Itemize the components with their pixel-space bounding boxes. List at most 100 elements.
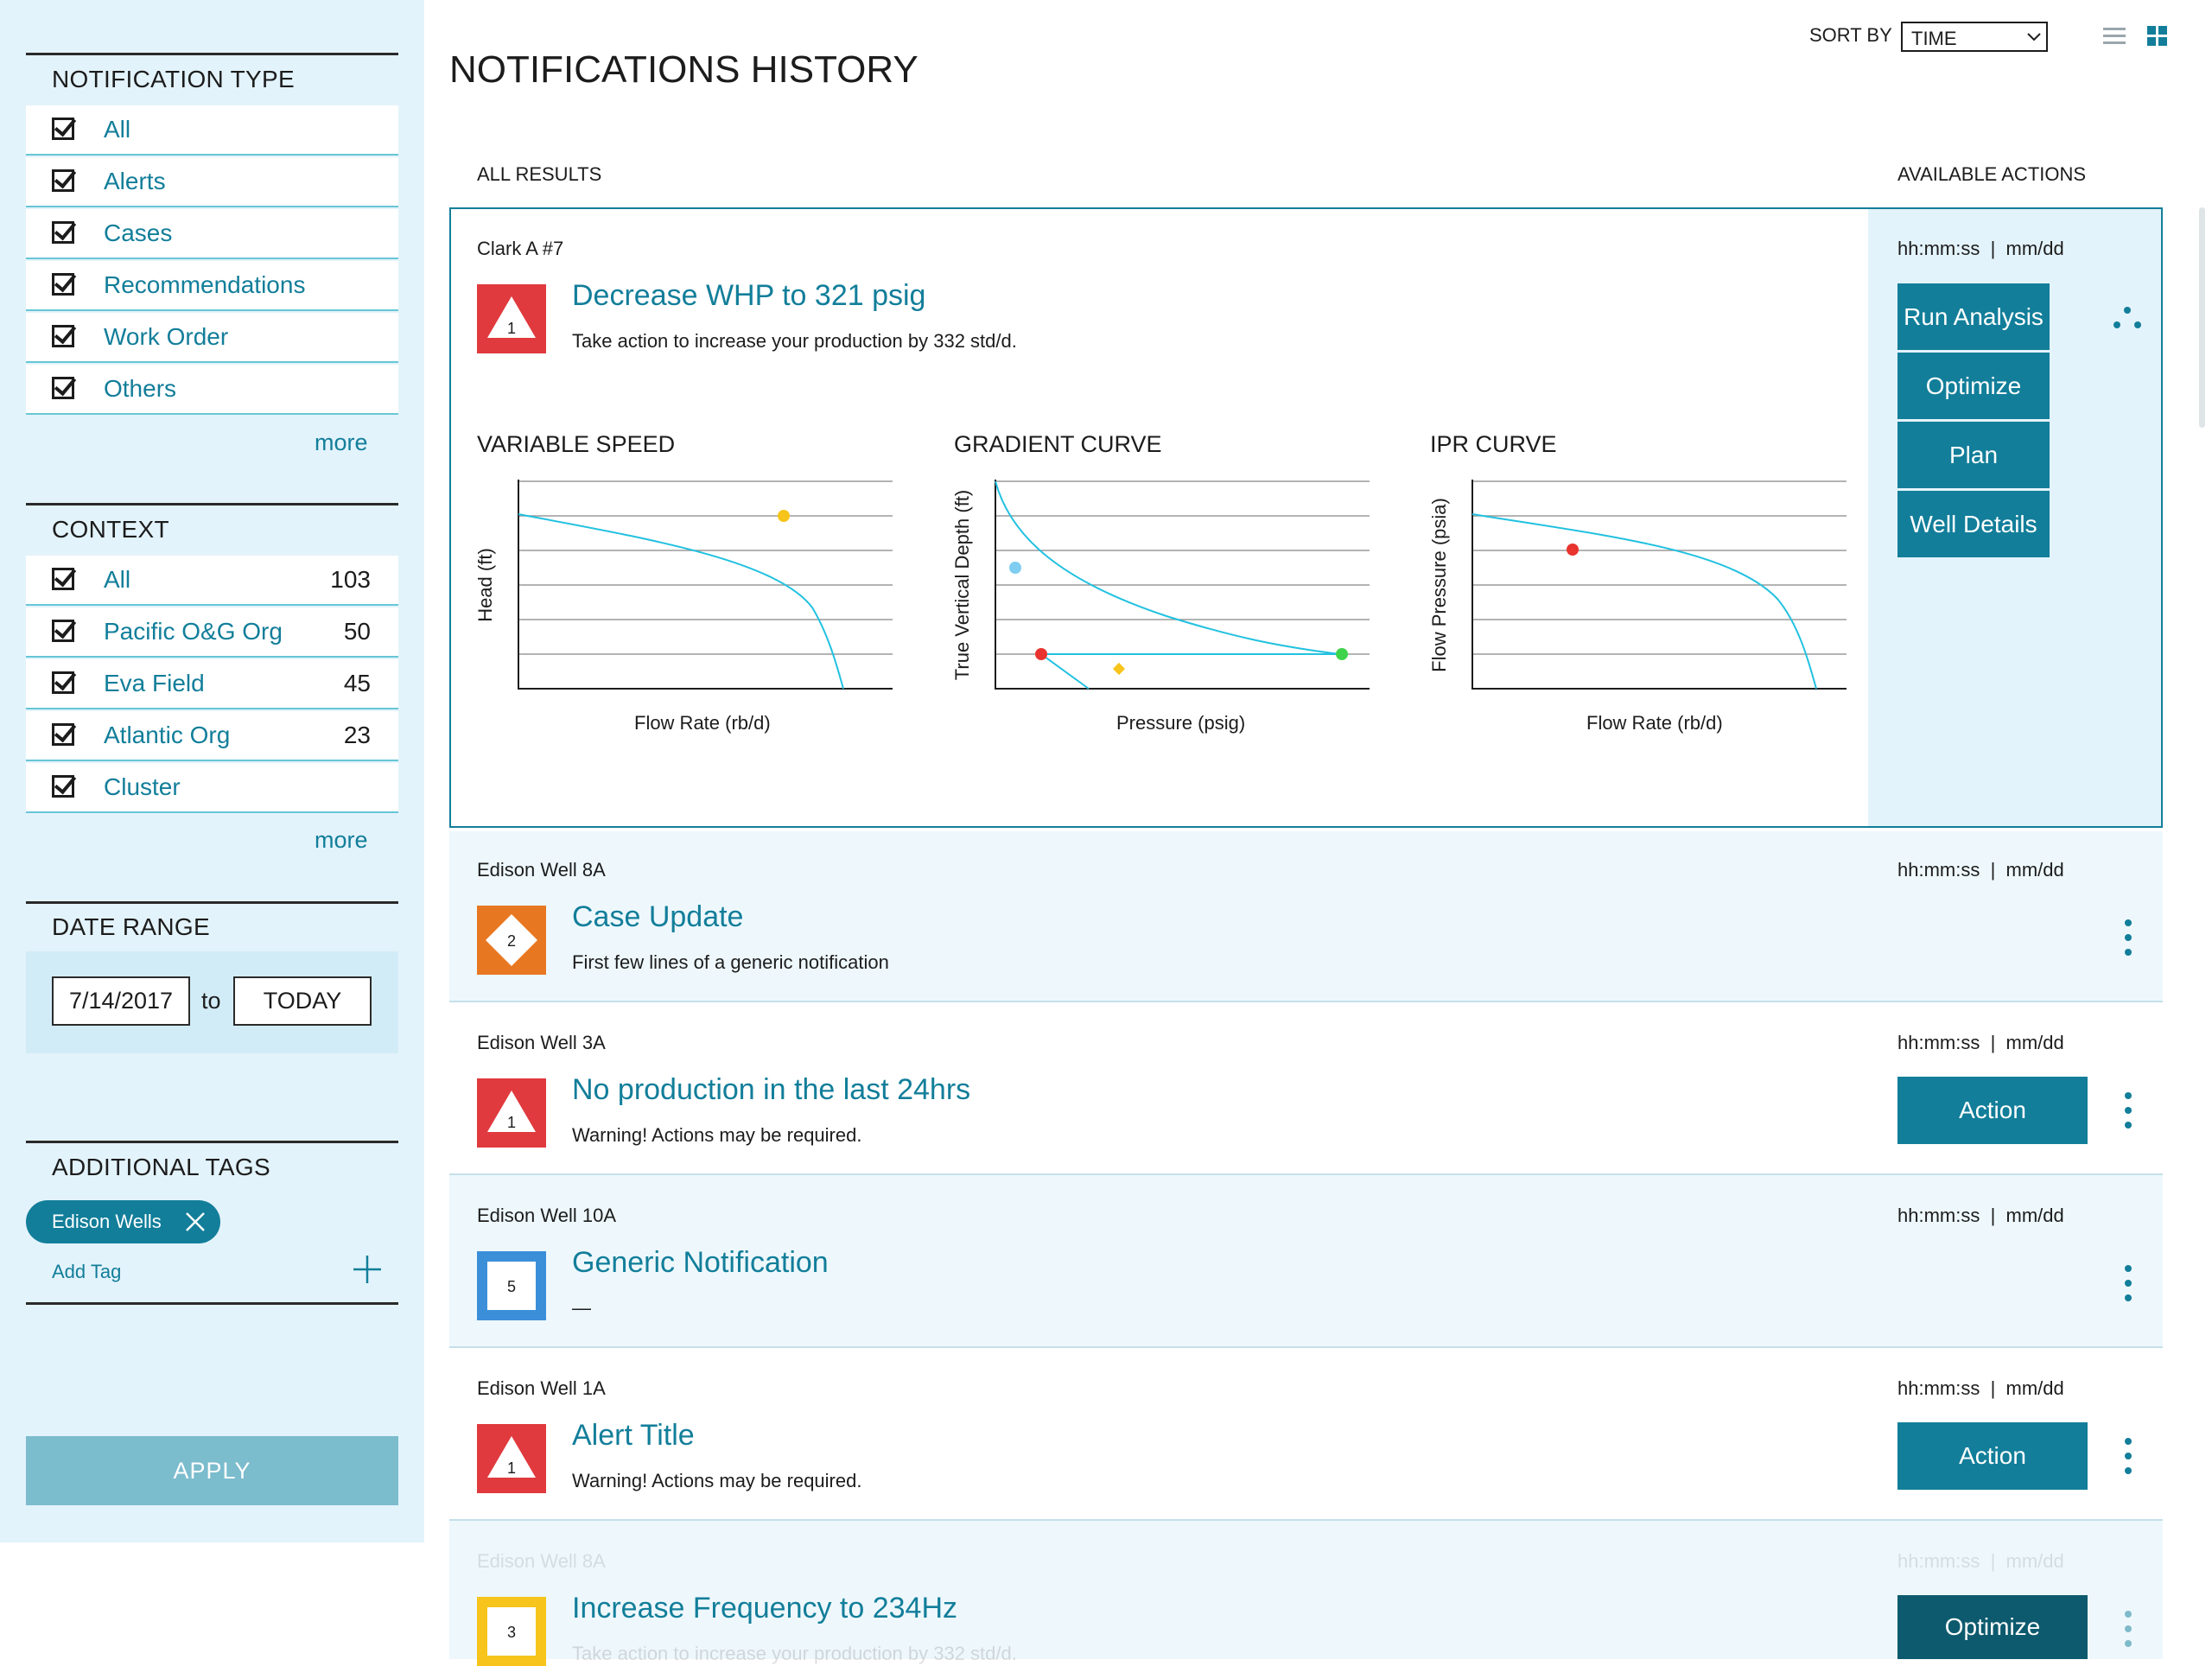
additional-tags-title: ADDITIONAL TAGS: [52, 1154, 270, 1180]
checkbox-checked-icon[interactable]: [52, 775, 74, 798]
checkbox-checked-icon[interactable]: [52, 325, 74, 347]
filter-count: 103: [330, 566, 371, 593]
plus-icon[interactable]: [353, 1255, 382, 1284]
kebab-menu-icon[interactable]: [2125, 1092, 2133, 1136]
notification-card[interactable]: Edison Well 8A hh:mm:ss | mm/dd 3 Increa…: [449, 1521, 2163, 1666]
data-point: [1112, 662, 1126, 676]
well-name: Edison Well 10A: [477, 1205, 617, 1226]
more-options-icon[interactable]: [2113, 307, 2141, 329]
filter-context-all[interactable]: All 103: [26, 556, 398, 606]
filter-label: Pacific O&G Org: [104, 618, 283, 645]
filter-type-recommendations[interactable]: Recommendations: [26, 261, 398, 311]
filter-label: Recommendations: [104, 271, 306, 298]
y-axis-label: Flow Pressure (psia): [1428, 498, 1450, 672]
checkbox-checked-icon[interactable]: [52, 568, 74, 590]
available-actions-label: AVAILABLE ACTIONS: [1897, 163, 2087, 185]
kebab-menu-icon[interactable]: [2125, 1611, 2133, 1655]
context-more-link[interactable]: more: [315, 827, 368, 854]
notification-description: Warning! Actions may be required.: [572, 1124, 862, 1146]
filter-context-atlantic-org[interactable]: Atlantic Org 23: [26, 711, 398, 761]
checkbox-checked-icon[interactable]: [52, 620, 74, 642]
date-to-label: to: [201, 988, 221, 1014]
critical-priority-icon: 1: [477, 1424, 546, 1493]
filter-type-alerts[interactable]: Alerts: [26, 157, 398, 207]
filter-type-work-order[interactable]: Work Order: [26, 313, 398, 363]
x-axis-label: Flow Rate (rb/d): [634, 712, 771, 734]
filter-count: 50: [343, 618, 371, 645]
action-button[interactable]: Action: [1897, 1077, 2088, 1144]
notification-card[interactable]: Edison Well 1A hh:mm:ss | mm/dd 1 Alert …: [449, 1348, 2163, 1521]
well-details-button[interactable]: Well Details: [1897, 491, 2050, 557]
date-from-input[interactable]: 7/14/2017: [52, 976, 190, 1026]
notification-type-more-link[interactable]: more: [315, 429, 368, 456]
notification-type-title: NOTIFICATION TYPE: [52, 66, 295, 92]
run-analysis-button[interactable]: Run Analysis: [1897, 283, 2050, 350]
case-priority-icon: 2: [477, 906, 546, 975]
optimize-button[interactable]: Optimize: [1897, 353, 2050, 419]
notification-title[interactable]: Increase Frequency to 234Hz: [572, 1592, 957, 1625]
critical-priority-icon: 1: [477, 1078, 546, 1148]
notification-title[interactable]: Alert Title: [572, 1419, 695, 1453]
notification-description: Warning! Actions may be required.: [572, 1470, 862, 1491]
checkbox-checked-icon[interactable]: [52, 377, 74, 399]
checkbox-checked-icon[interactable]: [52, 118, 74, 140]
gradient-curve-chart: [995, 480, 1370, 690]
filter-label: Atlantic Org: [104, 722, 231, 748]
apply-button[interactable]: APPLY: [26, 1436, 398, 1505]
well-name: Edison Well 1A: [477, 1377, 606, 1399]
filter-context-pacific-og-org[interactable]: Pacific O&G Org 50: [26, 607, 398, 658]
checkbox-checked-icon[interactable]: [52, 671, 74, 694]
plan-button[interactable]: Plan: [1897, 422, 2050, 488]
section-divider: [26, 1141, 398, 1143]
well-name: Clark A #7: [477, 238, 564, 259]
filter-label: All: [104, 566, 131, 593]
warning-priority-icon: 3: [477, 1597, 546, 1666]
notification-title[interactable]: Generic Notification: [572, 1246, 829, 1280]
kebab-menu-icon[interactable]: [2125, 919, 2133, 963]
priority-number: 1: [507, 320, 516, 337]
checkbox-checked-icon[interactable]: [52, 273, 74, 296]
checkbox-checked-icon[interactable]: [52, 221, 74, 244]
sort-select[interactable]: TIME: [1901, 22, 2048, 52]
y-axis-label: True Vertical Depth (ft): [951, 489, 973, 681]
priority-number: 1: [507, 1459, 516, 1477]
filter-label: Work Order: [104, 323, 229, 350]
close-icon[interactable]: [184, 1211, 207, 1233]
timestamp: hh:mm:ss | mm/dd: [1897, 1377, 2064, 1399]
tag-chip: Edison Wells: [26, 1200, 220, 1243]
filter-context-eva-field[interactable]: Eva Field 45: [26, 659, 398, 709]
notification-card[interactable]: Edison Well 10A hh:mm:ss | mm/dd 5 Gener…: [449, 1175, 2163, 1348]
list-view-icon[interactable]: [2103, 26, 2126, 47]
notification-description: Take action to increase your production …: [572, 330, 1017, 352]
add-tag-link[interactable]: Add Tag: [52, 1261, 121, 1283]
data-point: [1009, 562, 1021, 574]
filter-type-cases[interactable]: Cases: [26, 209, 398, 259]
filter-label: Alerts: [104, 168, 166, 194]
all-results-label: ALL RESULTS: [477, 163, 602, 185]
notification-title[interactable]: No production in the last 24hrs: [572, 1073, 970, 1107]
grid-view-icon[interactable]: [2147, 26, 2168, 47]
chart-title: GRADIENT CURVE: [954, 431, 1162, 457]
checkbox-checked-icon[interactable]: [52, 169, 74, 192]
tag-chip-label: Edison Wells: [52, 1211, 162, 1232]
priority-number: 3: [507, 1624, 516, 1641]
action-button[interactable]: Action: [1897, 1422, 2088, 1490]
date-to-input[interactable]: TODAY: [233, 976, 372, 1026]
kebab-menu-icon[interactable]: [2125, 1438, 2133, 1482]
critical-priority-icon: 1: [477, 284, 546, 353]
filter-type-others[interactable]: Others: [26, 365, 398, 415]
notification-title[interactable]: Case Update: [572, 900, 743, 934]
filter-count: 45: [343, 670, 371, 696]
notification-card[interactable]: Edison Well 8A hh:mm:ss | mm/dd 2 Case U…: [449, 831, 2163, 1002]
notification-card[interactable]: Edison Well 3A hh:mm:ss | mm/dd 1 No pro…: [449, 1002, 2163, 1175]
filter-context-cluster[interactable]: Cluster: [26, 763, 398, 813]
checkbox-checked-icon[interactable]: [52, 723, 74, 746]
timestamp: hh:mm:ss | mm/dd: [1897, 1550, 2064, 1572]
notification-title[interactable]: Decrease WHP to 321 psig: [572, 279, 925, 313]
sort-select-value: TIME: [1911, 28, 1957, 49]
kebab-menu-icon[interactable]: [2125, 1265, 2133, 1309]
optimize-button[interactable]: Optimize: [1897, 1595, 2088, 1659]
scrollbar-thumb[interactable]: [2199, 207, 2205, 428]
section-divider: [26, 1302, 398, 1305]
filter-type-all[interactable]: All: [26, 105, 398, 156]
